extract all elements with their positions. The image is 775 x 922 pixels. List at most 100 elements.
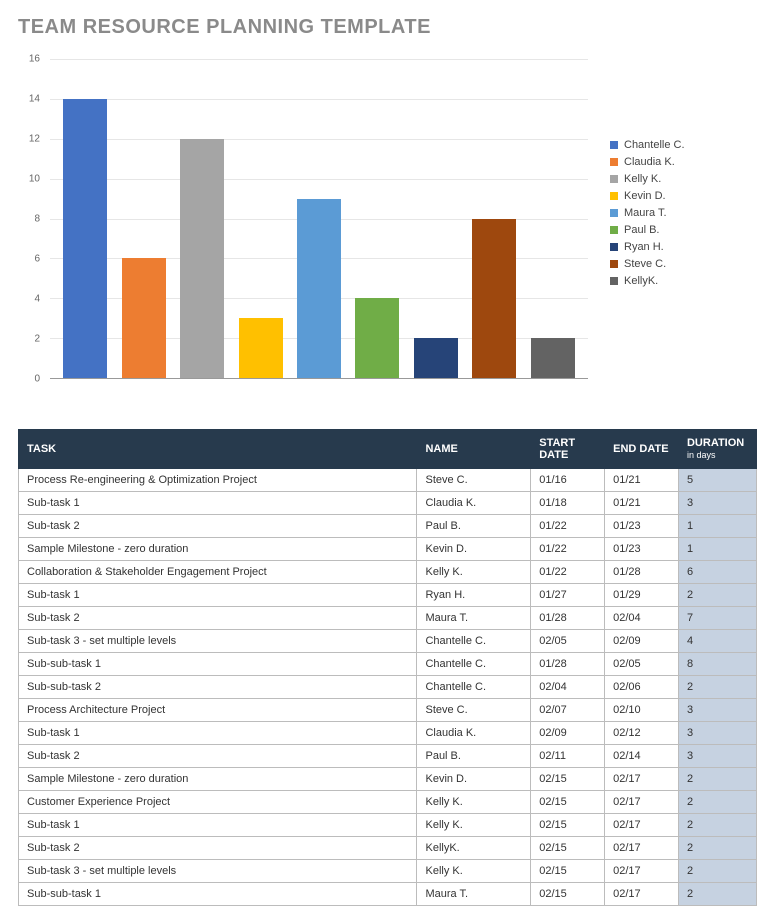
chart-ytick: 4 [34,294,40,305]
cell-name: Claudia K. [417,722,531,745]
cell-dur: 3 [678,722,756,745]
cell-task: Process Re-engineering & Optimization Pr… [19,469,417,492]
cell-name: Chantelle C. [417,653,531,676]
cell-start: 01/22 [531,538,605,561]
table-row: Sub-task 1Claudia K.01/1801/213 [19,492,757,515]
cell-start: 01/28 [531,607,605,630]
legend-swatch [610,158,618,166]
table-row: Sub-task 3 - set multiple levelsKelly K.… [19,860,757,883]
table-row: Sub-task 1Kelly K.02/1502/172 [19,814,757,837]
cell-task: Sub-sub-task 1 [19,883,417,906]
legend-label: Maura T. [624,207,667,219]
chart-legend: Chantelle C. Claudia K. Kelly K. Kevin D. Ma… [610,139,685,292]
table-row: Sub-task 1Ryan H.01/2701/292 [19,584,757,607]
table-row: Sub-sub-task 2Chantelle C.02/0402/062 [19,676,757,699]
table-row: Sub-sub-task 1Chantelle C.01/2802/058 [19,653,757,676]
cell-start: 02/05 [531,630,605,653]
chart-area: 0246810121416 [18,59,588,399]
header-duration-unit: in days [687,450,716,460]
chart-bar [414,338,458,378]
legend-label: Ryan H. [624,241,664,253]
cell-end: 01/29 [605,584,679,607]
cell-dur: 1 [678,538,756,561]
chart-ytick: 16 [29,54,40,65]
cell-dur: 2 [678,837,756,860]
cell-start: 02/15 [531,814,605,837]
legend-item: Claudia K. [610,156,685,168]
cell-name: Steve C. [417,699,531,722]
table-row: Sample Milestone - zero durationKevin D.… [19,538,757,561]
chart-bar [239,318,283,378]
page-title: TEAM RESOURCE PLANNING TEMPLATE [18,16,757,39]
cell-dur: 2 [678,768,756,791]
cell-task: Sub-task 1 [19,492,417,515]
legend-swatch [610,141,618,149]
cell-start: 02/11 [531,745,605,768]
cell-end: 01/21 [605,469,679,492]
cell-name: Kelly K. [417,561,531,584]
cell-dur: 2 [678,584,756,607]
cell-end: 02/10 [605,699,679,722]
legend-swatch [610,260,618,268]
legend-swatch [610,277,618,285]
table-row: Process Re-engineering & Optimization Pr… [19,469,757,492]
cell-start: 02/15 [531,837,605,860]
table-header-row: TASK NAME START DATE END DATE DURATION i… [19,430,757,469]
cell-end: 02/17 [605,883,679,906]
cell-task: Sample Milestone - zero duration [19,538,417,561]
legend-item: Ryan H. [610,241,685,253]
cell-end: 02/17 [605,814,679,837]
chart-plot [50,59,588,379]
chart-ytick: 2 [34,334,40,345]
table-row: Sub-task 2KellyK.02/1502/172 [19,837,757,860]
cell-task: Sub-task 2 [19,837,417,860]
chart-bar [472,219,516,379]
cell-task: Sample Milestone - zero duration [19,768,417,791]
chart-ytick: 10 [29,174,40,185]
cell-name: Ryan H. [417,584,531,607]
chart-yaxis: 0246810121416 [18,59,46,379]
cell-name: Maura T. [417,883,531,906]
legend-item: Chantelle C. [610,139,685,151]
cell-name: Chantelle C. [417,676,531,699]
cell-start: 02/15 [531,860,605,883]
legend-swatch [610,209,618,217]
header-name: NAME [417,430,531,469]
legend-item: Kelly K. [610,173,685,185]
legend-item: Maura T. [610,207,685,219]
cell-name: KellyK. [417,837,531,860]
cell-end: 01/23 [605,538,679,561]
legend-item: Kevin D. [610,190,685,202]
table-row: Sub-task 1Claudia K.02/0902/123 [19,722,757,745]
cell-dur: 2 [678,860,756,883]
legend-swatch [610,175,618,183]
table-body: Process Re-engineering & Optimization Pr… [19,469,757,906]
cell-name: Kelly K. [417,791,531,814]
header-duration: DURATION in days [678,430,756,469]
cell-start: 02/07 [531,699,605,722]
cell-dur: 2 [678,791,756,814]
chart-bar [63,99,107,378]
cell-start: 02/04 [531,676,605,699]
chart-gridline [50,378,588,379]
legend-item: Steve C. [610,258,685,270]
cell-dur: 5 [678,469,756,492]
cell-dur: 6 [678,561,756,584]
table-row: Sub-task 3 - set multiple levelsChantell… [19,630,757,653]
legend-label: Kevin D. [624,190,666,202]
cell-start: 01/27 [531,584,605,607]
table-row: Sub-sub-task 1Maura T.02/1502/172 [19,883,757,906]
cell-start: 02/15 [531,768,605,791]
cell-task: Sub-task 1 [19,584,417,607]
tasks-table: TASK NAME START DATE END DATE DURATION i… [18,429,757,906]
legend-swatch [610,226,618,234]
cell-name: Kelly K. [417,814,531,837]
chart-bar [122,258,166,378]
cell-start: 01/22 [531,561,605,584]
cell-end: 02/12 [605,722,679,745]
table-row: Sub-task 2Paul B.02/1102/143 [19,745,757,768]
legend-item: KellyK. [610,275,685,287]
table-row: Collaboration & Stakeholder Engagement P… [19,561,757,584]
cell-dur: 3 [678,745,756,768]
cell-name: Kelly K. [417,860,531,883]
